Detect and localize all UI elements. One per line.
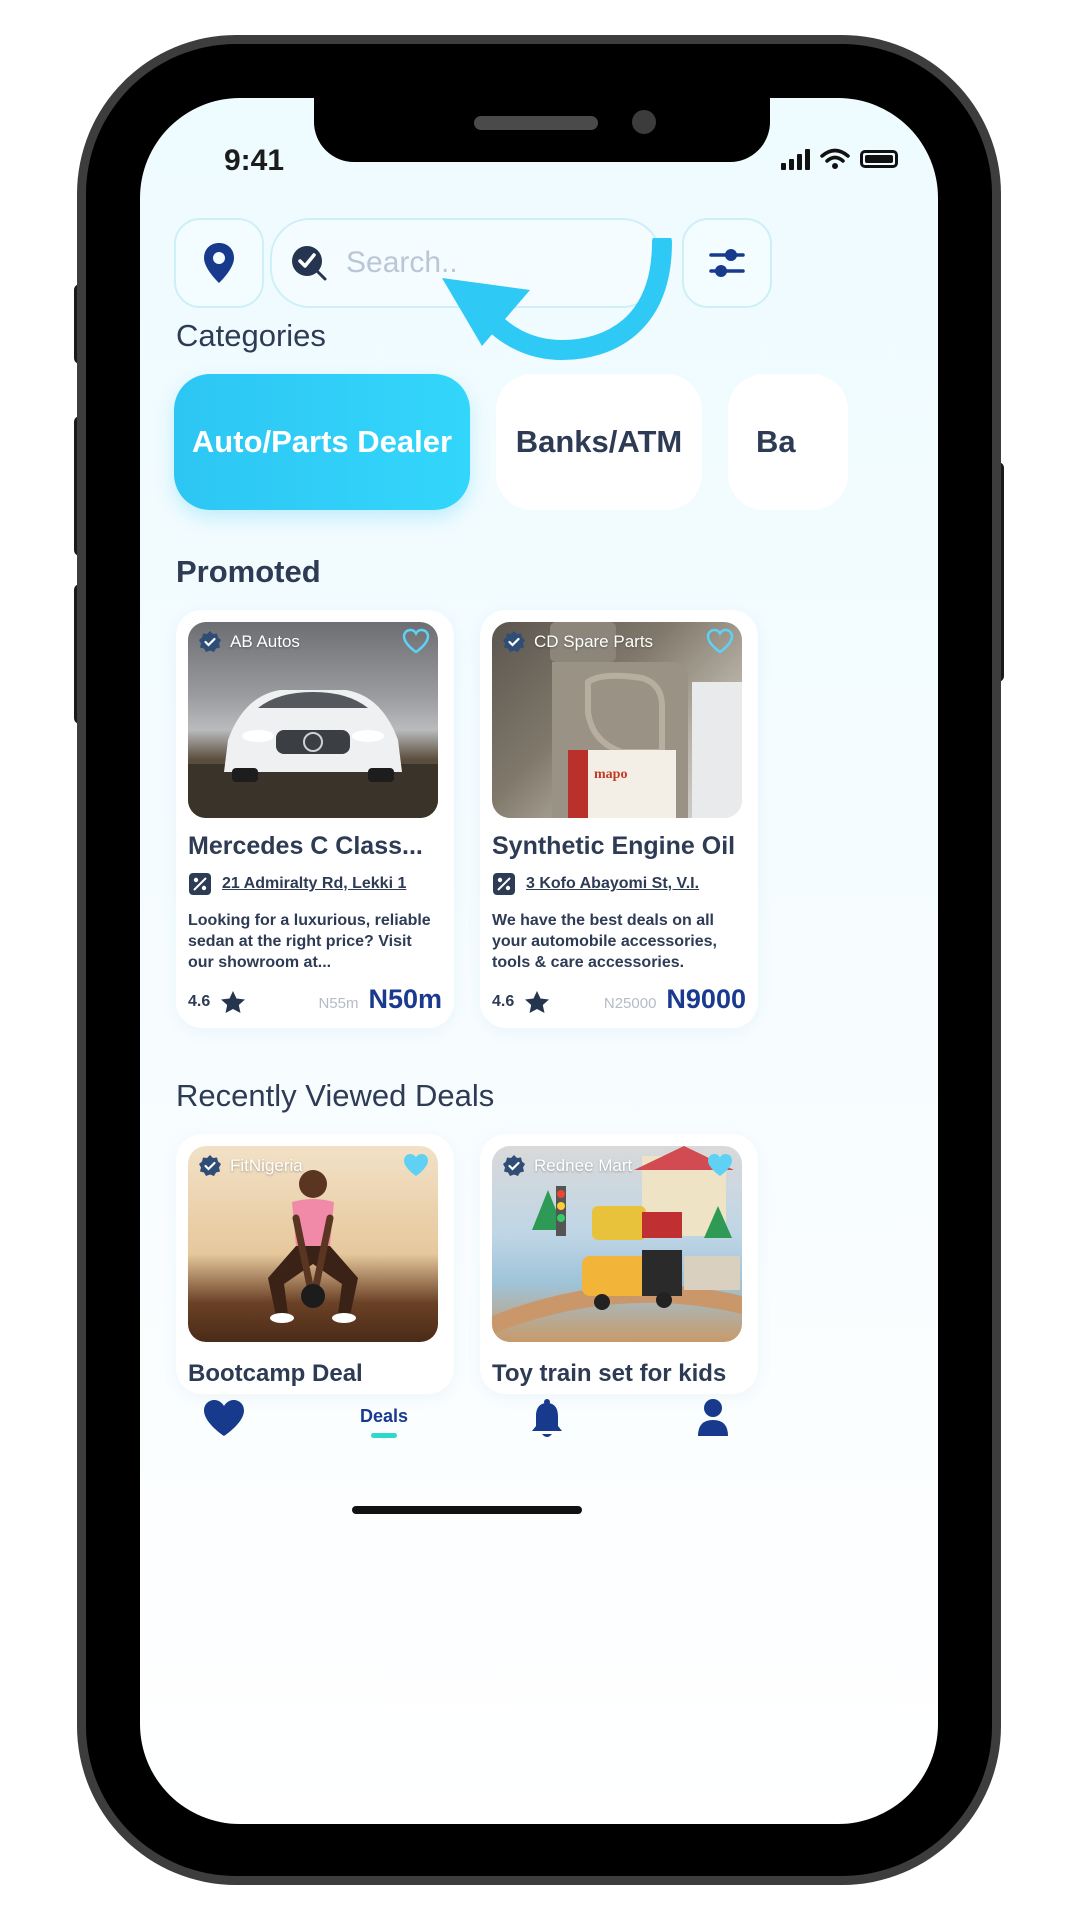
location-button[interactable] bbox=[174, 218, 264, 308]
location-pin-icon bbox=[204, 243, 234, 283]
product-image-engine-oil: mapo CD Spare Parts bbox=[492, 622, 742, 818]
star-icon bbox=[221, 991, 246, 1013]
tag-icon bbox=[493, 873, 515, 895]
svg-text:mapo: mapo bbox=[594, 767, 627, 782]
promoted-heading: Promoted bbox=[176, 554, 321, 589]
tab-deals-label: Deals bbox=[360, 1406, 409, 1426]
shop-name: CD Spare Parts bbox=[534, 632, 654, 651]
filter-sliders-icon bbox=[709, 249, 745, 277]
deal-description: Looking for a luxurious, reliable sedan … bbox=[188, 912, 431, 971]
price-row: N55m N50m bbox=[318, 984, 442, 1015]
deal-address[interactable]: 3 Kofo Abayomi St, V.I. bbox=[526, 875, 699, 893]
heart-icon[interactable] bbox=[706, 1152, 734, 1178]
heart-icon[interactable] bbox=[402, 1152, 430, 1178]
old-price: N25000 bbox=[603, 995, 657, 1012]
status-icons bbox=[781, 148, 898, 170]
verified-badge-icon bbox=[199, 1155, 221, 1176]
shop-label: Rednee Mart bbox=[502, 1154, 632, 1178]
tab-favorites[interactable] bbox=[202, 1398, 246, 1438]
battery-icon bbox=[860, 150, 898, 168]
address-row: 3 Kofo Abayomi St, V.I. bbox=[492, 872, 699, 896]
address-row: 21 Admiralty Rd, Lekki 1 bbox=[188, 872, 406, 896]
promoted-card[interactable]: AB Autos Mercedes C Class... 21 Admiralt… bbox=[176, 610, 454, 1028]
speaker bbox=[474, 116, 598, 130]
bell-icon bbox=[532, 1399, 562, 1437]
rating-row: 4.6 bbox=[188, 990, 246, 1014]
app-screen: 9:41 Search.. Categories Auto/Parts Deal… bbox=[140, 98, 938, 1824]
verified-badge-icon bbox=[503, 1155, 525, 1176]
notch bbox=[314, 98, 770, 162]
heart-icon[interactable] bbox=[402, 628, 430, 654]
bottom-tab-bar: Deals bbox=[140, 1398, 938, 1478]
shop-label: FitNigeria bbox=[198, 1154, 303, 1178]
shop-name: FitNigeria bbox=[230, 1156, 303, 1175]
tab-notifications[interactable] bbox=[530, 1398, 564, 1440]
deal-address[interactable]: 21 Admiralty Rd, Lekki 1 bbox=[222, 875, 406, 893]
phone-frame: 9:41 Search.. Categories Auto/Parts Deal… bbox=[86, 44, 992, 1876]
status-time: 9:41 bbox=[224, 144, 285, 177]
power-button bbox=[990, 462, 1004, 682]
deal-title: Mercedes C Class... bbox=[188, 832, 423, 860]
deal-price: N50m bbox=[368, 984, 442, 1014]
shop-label: CD Spare Parts bbox=[502, 630, 653, 654]
product-image-car: AB Autos bbox=[188, 622, 438, 818]
tab-deals[interactable]: Deals bbox=[360, 1406, 408, 1438]
heart-icon bbox=[204, 1400, 244, 1436]
product-image-fitness: FitNigeria bbox=[188, 1146, 438, 1342]
star-icon bbox=[525, 991, 550, 1013]
verified-badge-icon bbox=[199, 631, 221, 652]
shop-name: AB Autos bbox=[230, 632, 300, 651]
category-partial[interactable]: Ba bbox=[728, 374, 848, 510]
recent-deal-card[interactable]: Rednee Mart Toy train set for kids bbox=[480, 1134, 758, 1394]
rating-value: 4.6 bbox=[492, 993, 515, 1010]
deal-title: Toy train set for kids bbox=[492, 1360, 727, 1387]
filter-button[interactable] bbox=[682, 218, 772, 308]
deal-description: We have the best deals on all your autom… bbox=[492, 912, 717, 971]
wifi-icon bbox=[820, 148, 850, 169]
home-indicator[interactable] bbox=[352, 1506, 582, 1514]
rating-row: 4.6 bbox=[492, 990, 550, 1014]
shop-name: Rednee Mart bbox=[534, 1156, 633, 1175]
promoted-card[interactable]: mapo CD Spare Parts Synthetic Engine Oil bbox=[480, 610, 758, 1028]
product-image-toy-train: Rednee Mart bbox=[492, 1146, 742, 1342]
old-price: N55m bbox=[318, 995, 359, 1012]
categories-heading: Categories bbox=[176, 318, 326, 353]
deal-title: Synthetic Engine Oil bbox=[492, 832, 736, 860]
front-camera bbox=[632, 110, 656, 134]
recently-viewed-heading: Recently Viewed Deals bbox=[176, 1078, 495, 1113]
rating-value: 4.6 bbox=[188, 993, 211, 1010]
deal-price: N9000 bbox=[666, 984, 746, 1014]
deal-title: Bootcamp Deal bbox=[188, 1360, 363, 1387]
tag-icon bbox=[189, 873, 211, 895]
category-banks-atm[interactable]: Banks/ATM bbox=[496, 374, 702, 510]
price-row: N25000 N9000 bbox=[604, 984, 746, 1015]
cellular-signal-icon bbox=[781, 148, 810, 170]
shop-label: AB Autos bbox=[198, 630, 300, 654]
active-tab-indicator bbox=[371, 1433, 398, 1438]
verified-badge-icon bbox=[503, 631, 525, 652]
tab-profile[interactable] bbox=[696, 1398, 730, 1438]
recent-deal-card[interactable]: FitNigeria Bootcamp Deal bbox=[176, 1134, 454, 1394]
category-auto-parts[interactable]: Auto/Parts Dealer bbox=[174, 374, 470, 510]
heart-icon[interactable] bbox=[706, 628, 734, 654]
user-icon bbox=[698, 1399, 728, 1436]
search-logo-icon bbox=[292, 246, 327, 281]
